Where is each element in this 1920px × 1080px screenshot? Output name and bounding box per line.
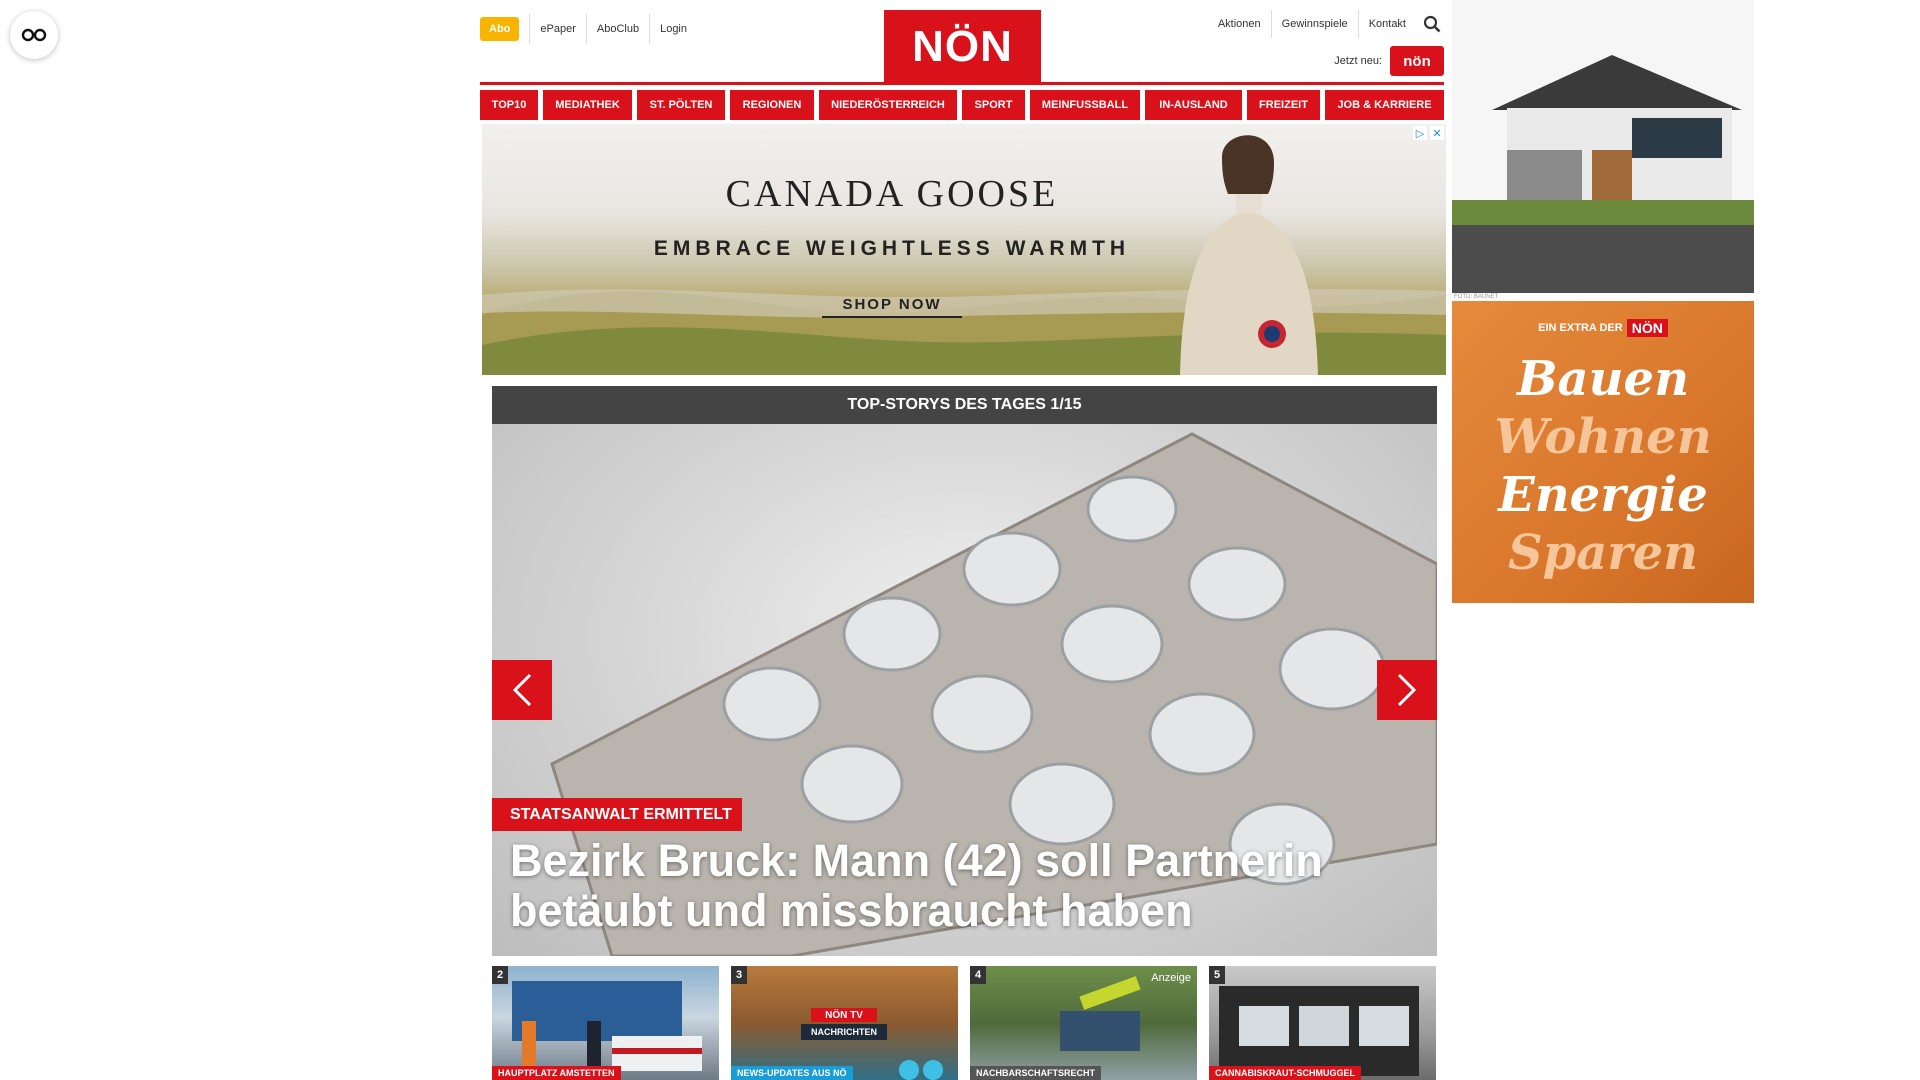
story-number: 2 [492, 966, 508, 984]
page: Abo ePaper AboClub Login NÖN Aktionen Ge… [0, 0, 1920, 1080]
story-category: NACHBARSCHAFTSRECHT [970, 1066, 1101, 1080]
carousel-prev-button[interactable] [492, 660, 552, 720]
close-ad-icon[interactable]: ✕ [1430, 126, 1444, 140]
sidebar-ad-bauen[interactable]: EIN EXTRA DER NÖN Bauen Wohnen Energie S… [1452, 301, 1754, 603]
police-scene-image [512, 981, 702, 1071]
story-thumb-3[interactable]: NÖN TV NACHRICHTEN 3 NEWS-UPDATES AUS NÖ [731, 966, 958, 1080]
noen-tv-badge: NÖN TV [811, 1008, 877, 1022]
banner-ad[interactable]: CANADA GOOSE EMBRACE WEIGHTLESS WARMTH S… [482, 124, 1446, 375]
aboclub-link[interactable]: AboClub [585, 14, 649, 44]
extra-text: EIN EXTRA DER [1538, 322, 1623, 334]
photo-credit: FOTO: BAUNET [1454, 294, 1499, 300]
nav-top10[interactable]: TOP10 [480, 90, 538, 120]
top-nav-left: Abo ePaper AboClub Login [480, 14, 697, 44]
play-icon [923, 1060, 943, 1080]
nav-mediathek[interactable]: MEDIATHEK [543, 90, 632, 120]
ad-shop-now-button[interactable]: SHOP NOW [822, 296, 962, 318]
ad-tagline: EMBRACE WEIGHTLESS WARMTH [653, 237, 1131, 260]
story-category: NEWS-UPDATES AUS NÖ [731, 1066, 853, 1080]
accessibility-button[interactable] [10, 11, 58, 59]
chevron-left-icon [512, 673, 532, 707]
abo-button[interactable]: Abo [480, 17, 520, 41]
story-thumb-2[interactable]: 2 HAUPTPLATZ AMSTETTEN [492, 966, 719, 1080]
site-header: Abo ePaper AboClub Login NÖN Aktionen Ge… [480, 0, 1444, 87]
nav-sport[interactable]: SPORT [962, 90, 1025, 120]
gewinnspiele-link[interactable]: Gewinnspiele [1272, 10, 1359, 38]
story-thumb-5[interactable]: 5 CANNABISKRAUT-SCHMUGGEL [1209, 966, 1436, 1080]
word-bauen: Bauen [1516, 351, 1689, 407]
ad-label: Anzeige [1151, 972, 1191, 984]
carousel-next-button[interactable] [1377, 660, 1437, 720]
extra-label: EIN EXTRA DER NÖN [1452, 319, 1754, 337]
story-number: 4 [970, 966, 986, 984]
header-divider [480, 82, 1444, 85]
story-category: CANNABISKRAUT-SCHMUGGEL [1209, 1066, 1361, 1080]
kontakt-link[interactable]: Kontakt [1359, 10, 1416, 38]
epaper-link[interactable]: ePaper [529, 14, 585, 44]
nav-in-ausland[interactable]: IN-AUSLAND [1145, 90, 1242, 120]
aktionen-link[interactable]: Aktionen [1208, 10, 1272, 38]
site-logo[interactable]: NÖN [884, 10, 1041, 83]
story-thumb-4[interactable]: Anzeige 4 NACHBARSCHAFTSRECHT [970, 966, 1197, 1080]
glasses-icon [21, 28, 47, 42]
sidebar-ad-house[interactable] [1452, 0, 1754, 293]
ad-brand: CANADA GOOSE [725, 173, 1059, 215]
story-number: 5 [1209, 966, 1225, 984]
model-image [1180, 135, 1318, 375]
chevron-right-icon [1397, 673, 1417, 707]
jetzt-neu: Jetzt neu: nön [1334, 46, 1444, 76]
promo-logo[interactable]: nön [1390, 46, 1444, 76]
top-nav-right: Aktionen Gewinnspiele Kontakt [1208, 10, 1444, 38]
nav-freizeit[interactable]: FREIZEIT [1247, 90, 1320, 120]
nav-meinfussball[interactable]: MEINFUSSBALL [1030, 90, 1140, 120]
camera-icon [899, 1060, 919, 1080]
nav-regionen[interactable]: REGIONEN [730, 90, 814, 120]
search-icon[interactable] [1420, 12, 1444, 36]
nachrichten-label: NACHRICHTEN [801, 1024, 887, 1040]
suitcase-image [1219, 986, 1419, 1076]
story-number: 3 [731, 966, 747, 984]
main-nav: TOP10 MEDIATHEK ST. PÖLTEN REGIONEN NIED… [480, 90, 1444, 120]
extra-logo: NÖN [1626, 319, 1668, 337]
word-energie: Energie [1498, 467, 1708, 523]
hero-category-tag[interactable]: STAATSANWALT ERMITTELT [492, 798, 742, 831]
word-sparen: Sparen [1507, 525, 1699, 581]
jetzt-neu-label: Jetzt neu: [1334, 55, 1382, 67]
hero-headline[interactable]: Bezirk Bruck: Mann (42) soll Partnerin b… [510, 836, 1410, 936]
story-category: HAUPTPLATZ AMSTETTEN [492, 1066, 621, 1080]
story-thumbnails: 2 HAUPTPLATZ AMSTETTEN NÖN TV NACHRICHTE… [492, 966, 1437, 1080]
adchoices-icon[interactable]: ▷ [1413, 126, 1427, 140]
nav-job-karriere[interactable]: JOB & KARRIERE [1325, 90, 1444, 120]
ad-choices[interactable]: ▷ ✕ [1413, 126, 1444, 140]
word-wohnen: Wohnen [1494, 409, 1712, 465]
house-image [1452, 0, 1754, 293]
nav-st-poelten[interactable]: ST. PÖLTEN [637, 90, 725, 120]
login-link[interactable]: Login [649, 14, 697, 44]
nav-niederoesterreich[interactable]: NIEDERÖSTERREICH [819, 90, 957, 120]
top-stories-heading: TOP-STORYS DES TAGES 1/15 [492, 386, 1437, 424]
